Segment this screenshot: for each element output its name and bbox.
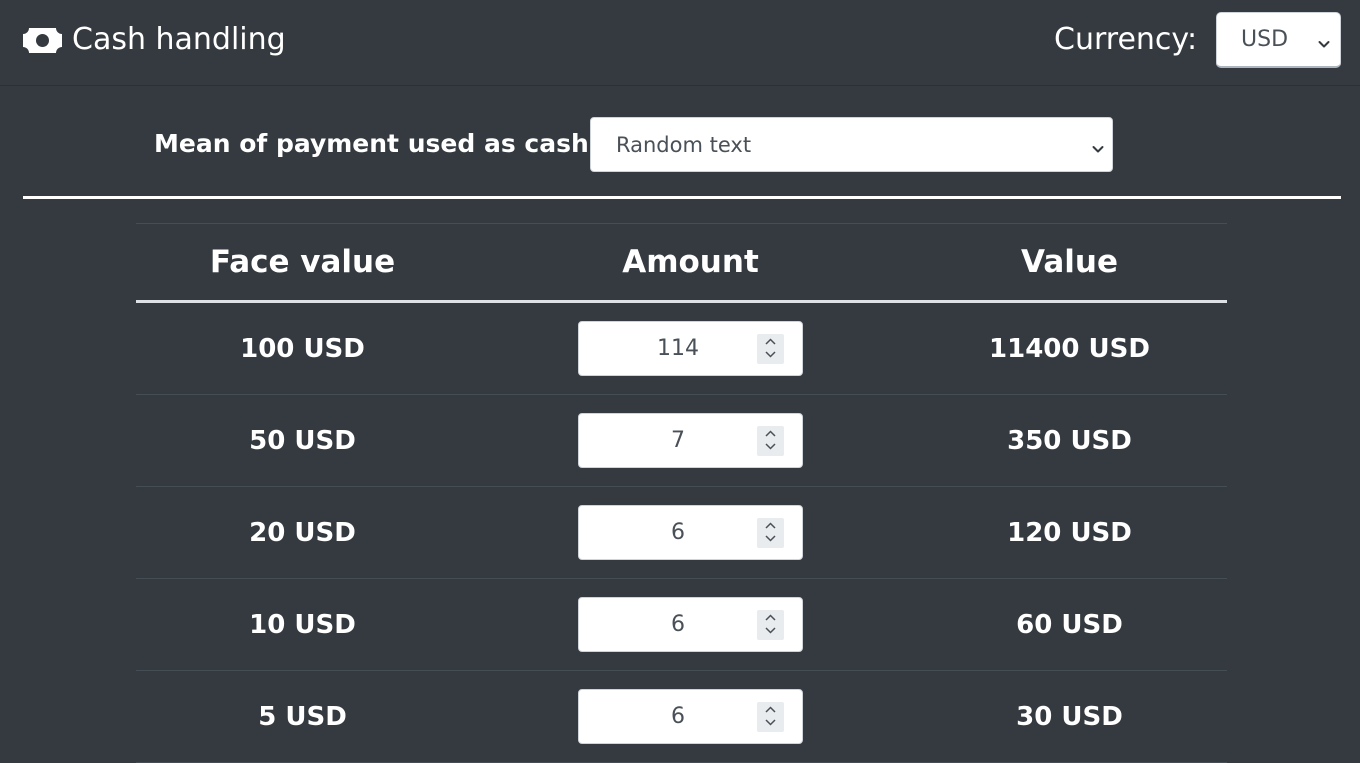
face-value-cell: 100 USD [240,333,365,364]
table-row: 10 USD 6 60 USD [136,579,1227,671]
column-header-value: Value [1021,244,1118,280]
chevron-up-icon[interactable] [764,705,777,714]
chevron-up-icon[interactable] [764,521,777,530]
denomination-table: Face value Amount Value 100 USD 114 1140… [136,223,1227,763]
face-value-cell: 5 USD [258,701,347,732]
amount-input[interactable]: 114 [578,321,803,376]
amount-cell: 114 [469,303,912,394]
payment-method-select-value: Random text [616,133,752,157]
value-cell: 30 USD [1016,701,1123,732]
table-row: 100 USD 114 11400 USD [136,303,1227,395]
chevron-up-icon[interactable] [764,429,777,438]
amount-input-value: 6 [671,520,685,545]
app-header: Cash handling Currency: USD [0,0,1360,86]
amount-cell: 6 [469,671,912,762]
page-title: Cash handling [72,22,286,57]
table-row: 20 USD 6 120 USD [136,487,1227,579]
currency-select-value: USD [1241,27,1289,52]
amount-input-value: 114 [657,336,699,361]
value-cell: 120 USD [1007,517,1132,548]
chevron-down-icon[interactable] [764,534,777,543]
face-value-cell: 50 USD [249,425,356,456]
amount-input[interactable]: 6 [578,689,803,744]
amount-input-value: 6 [671,704,685,729]
chevron-up-icon[interactable] [764,613,777,622]
value-cell: 60 USD [1016,609,1123,640]
value-cell: 350 USD [1007,425,1132,456]
amount-stepper[interactable] [757,610,784,640]
amount-cell: 6 [469,579,912,670]
chevron-down-icon[interactable] [764,350,777,359]
amount-input[interactable]: 6 [578,505,803,560]
currency-select[interactable]: USD [1216,12,1341,68]
chevron-up-icon[interactable] [764,337,777,346]
chevron-down-icon [1318,35,1330,48]
chevron-down-icon[interactable] [764,718,777,727]
app-title-group: Cash handling [22,20,286,60]
face-value-cell: 10 USD [249,609,356,640]
amount-cell: 7 [469,395,912,486]
payment-method-label: Mean of payment used as cash: [154,129,599,158]
face-value-cell: 20 USD [249,517,356,548]
value-cell: 11400 USD [989,333,1150,364]
amount-stepper[interactable] [757,518,784,548]
amount-input-value: 6 [671,612,685,637]
amount-cell: 6 [469,487,912,578]
amount-stepper[interactable] [757,334,784,364]
table-row: 5 USD 6 30 USD [136,671,1227,763]
amount-input[interactable]: 7 [578,413,803,468]
column-header-amount: Amount [622,244,759,280]
chevron-down-icon [1092,140,1104,153]
table-row: 50 USD 7 350 USD [136,395,1227,487]
amount-stepper[interactable] [757,702,784,732]
payment-method-select[interactable]: Random text [590,117,1113,172]
amount-stepper[interactable] [757,426,784,456]
money-bill-icon [22,26,63,55]
section-divider [23,196,1341,199]
amount-input-value: 7 [671,428,685,453]
chevron-down-icon[interactable] [764,442,777,451]
column-header-face-value: Face value [209,244,396,280]
amount-input[interactable]: 6 [578,597,803,652]
chevron-down-icon[interactable] [764,626,777,635]
currency-label: Currency: [1054,22,1198,57]
table-header: Face value Amount Value [136,224,1227,303]
